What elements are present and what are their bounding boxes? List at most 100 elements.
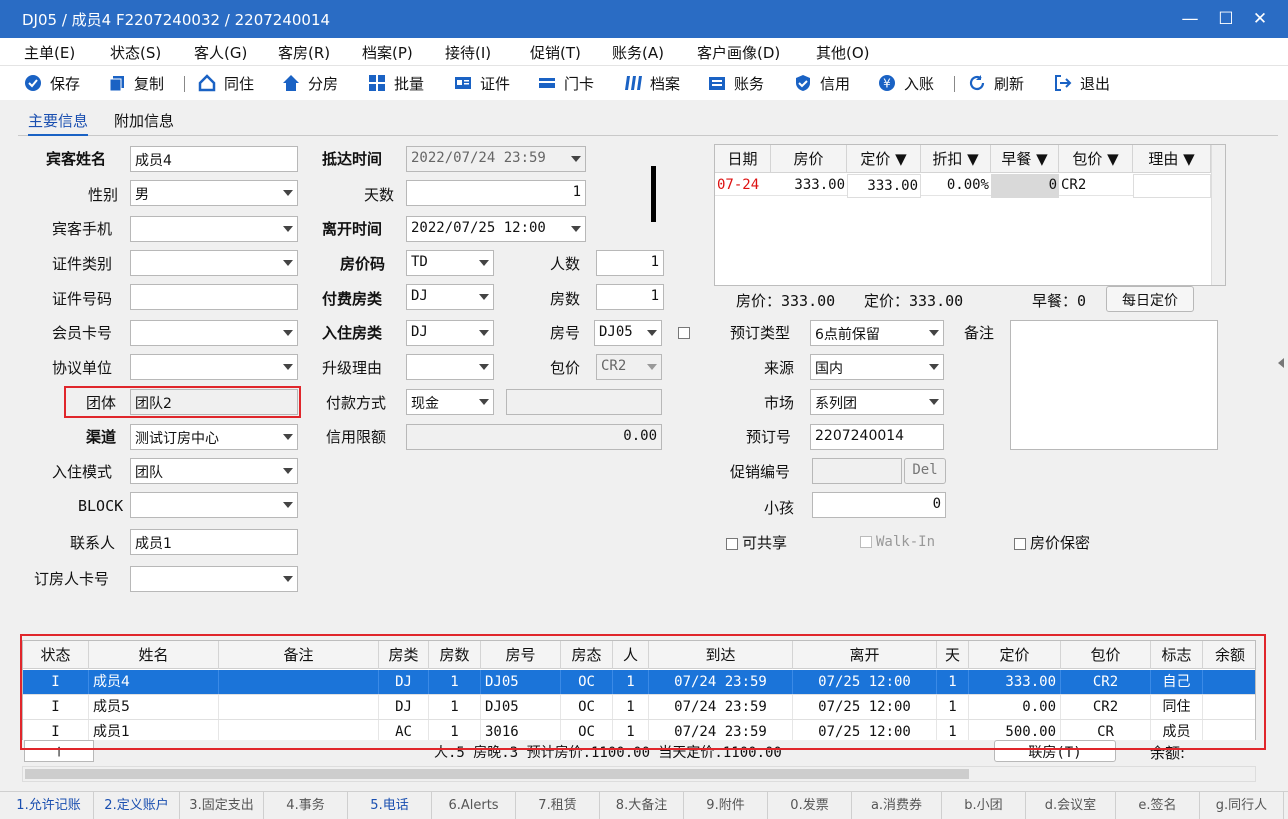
room-no-select[interactable]: DJ05 xyxy=(594,320,662,346)
tab-alerts[interactable]: 6.Alerts xyxy=(432,792,516,819)
menu-profile[interactable]: 档案(P) xyxy=(362,42,413,63)
member-card-select[interactable] xyxy=(130,320,298,346)
pay-room-type-select[interactable]: DJ xyxy=(406,284,494,310)
exit-button[interactable]: 退出 xyxy=(1054,72,1110,94)
booking-type-label: 预订类型 xyxy=(730,324,791,342)
tab-phone[interactable]: 5.电话 xyxy=(348,792,432,819)
menu-room[interactable]: 客房(R) xyxy=(278,42,330,63)
days-input[interactable]: 1 xyxy=(406,180,586,206)
split-room-button[interactable]: 分房 xyxy=(282,72,338,94)
menu-promo[interactable]: 促销(T) xyxy=(530,42,581,63)
market-select[interactable]: 系列团 xyxy=(810,389,944,415)
post-button[interactable]: ¥ 入账 xyxy=(878,72,934,94)
payment-select[interactable]: 现金 xyxy=(406,389,494,415)
refresh-button[interactable]: 刷新 xyxy=(968,72,1024,94)
refresh-icon xyxy=(968,74,986,92)
save-button[interactable]: 保存 xyxy=(24,72,80,94)
tab-allow-charge[interactable]: 1.允许记账 xyxy=(4,792,94,819)
rate-col-package[interactable]: 包价 ▼ xyxy=(1059,145,1133,173)
rate-col-rate[interactable]: 房价 xyxy=(771,145,847,173)
rate-col-breakfast[interactable]: 早餐 ▼ xyxy=(991,145,1059,173)
promo-del-button[interactable]: Del xyxy=(904,458,946,484)
source-select[interactable]: 国内 xyxy=(810,354,944,380)
tab-extra-info[interactable]: 附加信息 xyxy=(114,110,174,131)
room-no-checkbox[interactable] xyxy=(678,327,690,339)
room-type-select[interactable]: DJ xyxy=(406,320,494,346)
daily-pricing-button[interactable]: 每日定价 xyxy=(1106,286,1194,312)
tab-define-account[interactable]: 2.定义账户 xyxy=(94,792,180,819)
account-button[interactable]: 账务 xyxy=(708,72,764,94)
arrival-label: 抵达时间 xyxy=(322,150,383,168)
booker-card-select[interactable] xyxy=(130,566,298,592)
copy-button[interactable]: 复制 xyxy=(108,72,164,94)
booking-type-select[interactable]: 6点前保留 xyxy=(810,320,944,346)
menu-guest[interactable]: 客人(G) xyxy=(194,42,247,63)
checkin-mode-select[interactable]: 团队 xyxy=(130,458,298,484)
group-highlight xyxy=(64,386,301,418)
tab-big-remark[interactable]: 8.大备注 xyxy=(600,792,684,819)
rate-col-discount[interactable]: 折扣 ▼ xyxy=(921,145,991,173)
profile-button[interactable]: 档案 xyxy=(624,72,680,94)
contact-input[interactable]: 成员1 xyxy=(130,529,298,555)
tab-small-group[interactable]: b.小团 xyxy=(942,792,1026,819)
tab-invoice[interactable]: 0.发票 xyxy=(768,792,852,819)
channel-select[interactable]: 测试订房中心 xyxy=(130,424,298,450)
rate-row[interactable]: 07-24 333.00 333.00 0.00% 0 CR2 xyxy=(715,174,1211,198)
persons-input[interactable]: 1 xyxy=(596,250,664,276)
arrival-datetime[interactable]: 2022/07/24 23:59 xyxy=(406,146,586,172)
collapse-panel-icon[interactable] xyxy=(1278,358,1284,368)
chevron-down-icon xyxy=(571,156,581,162)
upgrade-label: 升级理由 xyxy=(322,359,383,377)
tab-rental[interactable]: 7.租赁 xyxy=(516,792,600,819)
menu-customer-profile[interactable]: 客户画像(D) xyxy=(697,42,780,63)
tab-companions[interactable]: g.同行人 xyxy=(1200,792,1284,819)
tab-meeting-room[interactable]: d.会议室 xyxy=(1026,792,1116,819)
rate-col-reason[interactable]: 理由 ▼ xyxy=(1133,145,1211,173)
rate-col-date[interactable]: 日期 xyxy=(715,145,771,173)
id-type-select[interactable] xyxy=(130,250,298,276)
remark-textarea[interactable] xyxy=(1010,320,1218,450)
menu-account[interactable]: 账务(A) xyxy=(612,42,664,63)
batch-button[interactable]: 批量 xyxy=(368,72,424,94)
depart-datetime[interactable]: 2022/07/25 12:00 xyxy=(406,216,586,242)
menu-main[interactable]: 主单(E) xyxy=(24,42,75,63)
checkbox-icon xyxy=(860,536,872,548)
tab-attachment[interactable]: 9.附件 xyxy=(684,792,768,819)
menu-reception[interactable]: 接待(I) xyxy=(445,42,491,63)
upgrade-select[interactable] xyxy=(406,354,494,380)
walkin-checkbox[interactable]: Walk-In xyxy=(860,534,935,550)
rooms-input[interactable]: 1 xyxy=(596,284,664,310)
child-input[interactable]: 0 xyxy=(812,492,946,518)
rate-cell-fixed[interactable]: 333.00 xyxy=(847,174,921,198)
scrollbar-thumb[interactable] xyxy=(25,769,969,779)
id-card-button[interactable]: 证件 xyxy=(454,72,510,94)
block-select[interactable] xyxy=(130,492,298,518)
agreement-select[interactable] xyxy=(130,354,298,380)
tab-voucher[interactable]: a.消费券 xyxy=(852,792,942,819)
rate-col-fixed[interactable]: 定价 ▼ xyxy=(847,145,921,173)
close-button[interactable]: ✕ xyxy=(1246,6,1274,32)
share-room-button[interactable]: 同住 xyxy=(198,72,254,94)
rate-grid-scrollbar[interactable] xyxy=(1211,145,1225,285)
credit-button[interactable]: 信用 xyxy=(794,72,850,94)
maximize-button[interactable]: ☐ xyxy=(1212,6,1240,32)
gender-select[interactable]: 男 xyxy=(130,180,298,206)
booking-no-input[interactable]: 2207240014 xyxy=(810,424,944,450)
tab-main-info[interactable]: 主要信息 xyxy=(28,110,89,136)
guest-name-input[interactable]: 成员4 xyxy=(130,146,298,172)
tab-tasks[interactable]: 4.事务 xyxy=(264,792,348,819)
wallet-icon xyxy=(708,74,726,92)
rate-secret-checkbox[interactable]: 房价保密 xyxy=(1014,532,1090,553)
shareable-checkbox[interactable]: 可共享 xyxy=(726,532,787,553)
menu-status[interactable]: 状态(S) xyxy=(110,42,161,63)
tab-signature[interactable]: e.签名 xyxy=(1116,792,1200,819)
menu-other[interactable]: 其他(O) xyxy=(816,42,870,63)
room-card-button[interactable]: 门卡 xyxy=(538,72,594,94)
phone-select[interactable] xyxy=(130,216,298,242)
horizontal-scrollbar[interactable] xyxy=(22,766,1256,782)
payment-label: 付款方式 xyxy=(326,394,387,412)
id-no-input[interactable] xyxy=(130,284,298,310)
minimize-button[interactable]: — xyxy=(1176,6,1204,32)
tab-fixed-charge[interactable]: 3.固定支出 xyxy=(180,792,264,819)
rate-code-select[interactable]: TD xyxy=(406,250,494,276)
